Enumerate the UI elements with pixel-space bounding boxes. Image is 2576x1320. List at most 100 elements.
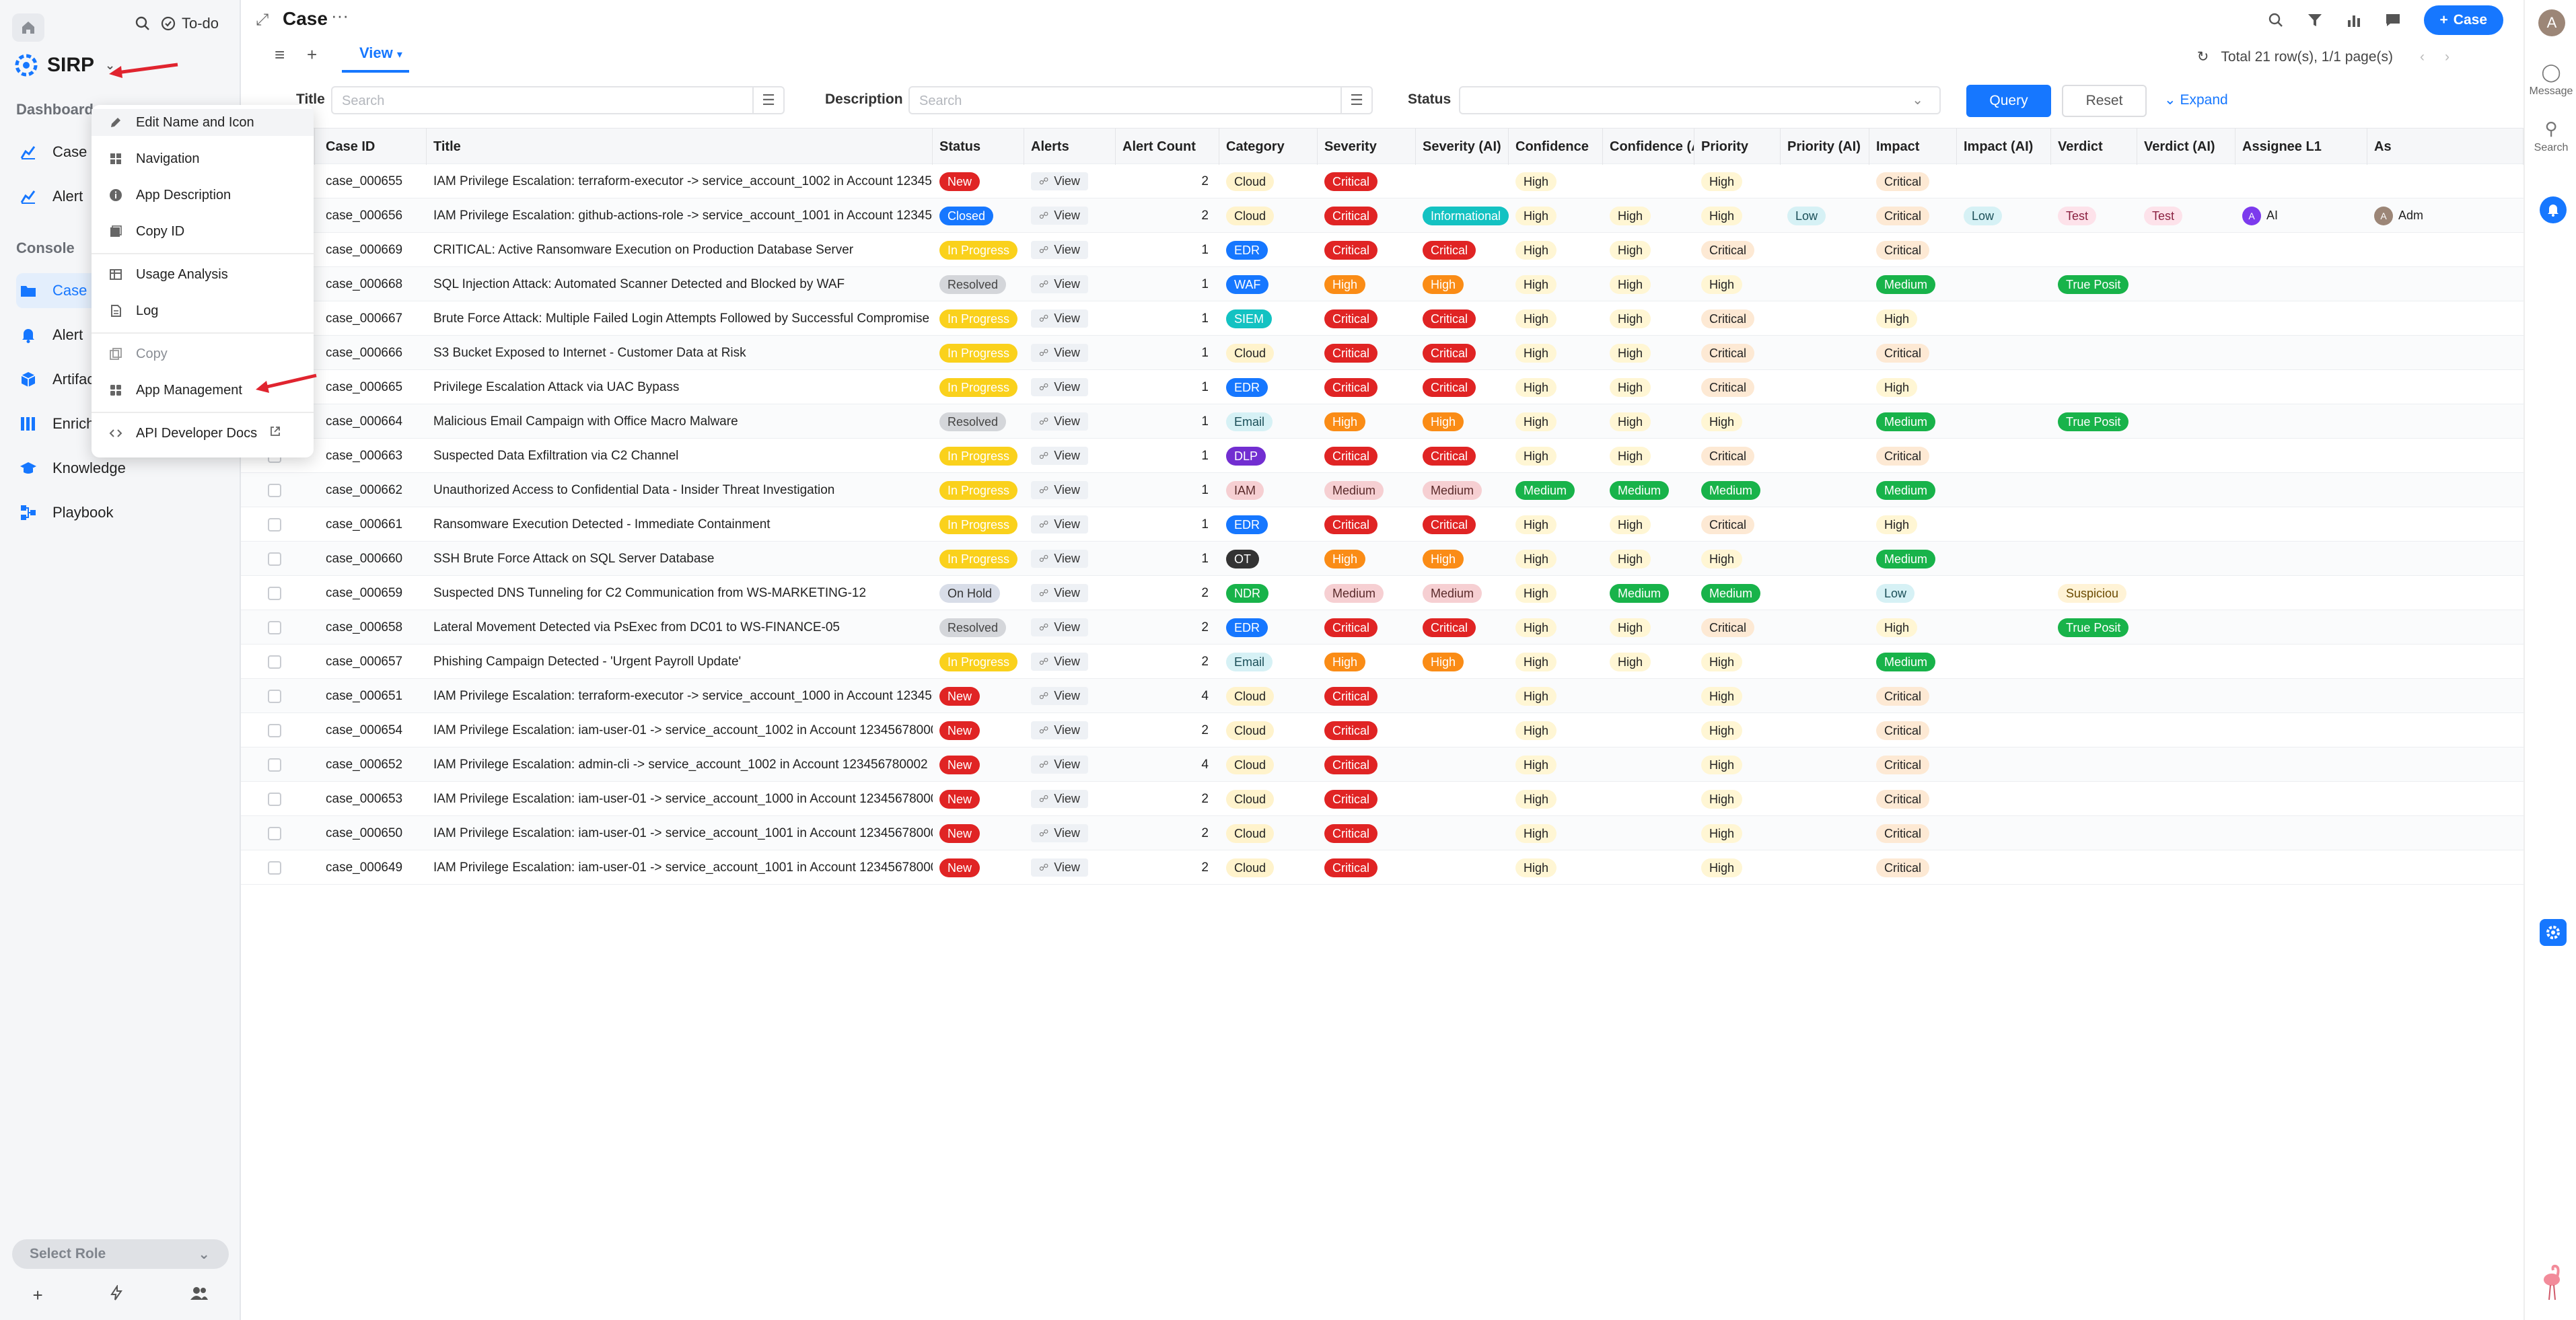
home-button[interactable] [12,13,44,42]
new-case-button[interactable]: + Case [2423,5,2503,35]
avatar[interactable]: A [2538,9,2565,36]
table-row[interactable]: case_000649 IAM Privilege Escalation: iam… [241,850,2524,885]
row-checkbox[interactable] [268,689,281,703]
table-row[interactable]: case_000653 IAM Privilege Escalation: iam… [241,782,2524,816]
menu-item-copy[interactable]: Copy [108,340,168,367]
column-header[interactable]: Impact [1869,129,1957,165]
row-checkbox[interactable] [268,586,281,600]
flamingo-mascot-icon[interactable] [2537,1263,2567,1301]
column-header[interactable]: Confidence [1509,129,1603,165]
view-alerts-button[interactable]: ☍ View [1031,172,1088,190]
row-checkbox[interactable] [268,860,281,875]
view-alerts-button[interactable]: ☍ View [1031,584,1088,602]
view-alerts-button[interactable]: ☍ View [1031,790,1088,808]
row-checkbox[interactable] [268,620,281,634]
table-row[interactable]: case_000651 IAM Privilege Escalation: ter… [241,679,2524,713]
list-icon[interactable]: ≡ [275,44,285,65]
row-checkbox[interactable] [268,826,281,840]
view-alerts-button[interactable]: ☍ View [1031,515,1088,534]
search-options-icon[interactable]: ☰ [1340,86,1371,114]
row-checkbox[interactable] [268,792,281,806]
table-row[interactable]: case_000665 Privilege Escalation Attack v… [241,370,2524,404]
column-header[interactable]: Assignee L1 [2235,129,2367,165]
table-row[interactable]: case_000657 Phishing Campaign Detected - … [241,645,2524,679]
settings-button[interactable] [2540,919,2567,946]
lightning-icon[interactable] [108,1284,124,1306]
column-header[interactable]: Title [427,129,933,165]
view-alerts-button[interactable]: ☍ View [1031,275,1088,293]
column-header[interactable]: Verdict (AI) [2137,129,2235,165]
table-row[interactable]: case_000664 Malicious Email Campaign with… [241,404,2524,439]
table-row[interactable]: case_000661 Ransomware Execution Detected… [241,507,2524,542]
view-alerts-button[interactable]: ☍ View [1031,618,1088,636]
row-checkbox[interactable] [268,517,281,531]
table-row[interactable]: case_000652 IAM Privilege Escalation: adm… [241,747,2524,782]
row-checkbox[interactable] [268,483,281,497]
menu-item-app-management[interactable]: App Management [108,377,242,404]
add-view-icon[interactable]: + [307,44,317,65]
add-icon[interactable]: + [32,1285,42,1306]
view-alerts-button[interactable]: ☍ View [1031,721,1088,739]
filter-icon[interactable] [2307,12,2323,28]
view-alerts-button[interactable]: ☍ View [1031,378,1088,396]
view-alerts-button[interactable]: ☍ View [1031,824,1088,842]
search-icon[interactable] [2268,12,2284,28]
table-row[interactable]: case_000659 Suspected DNS Tunneling for C… [241,576,2524,610]
rail-search-button[interactable]: ⚲ Search [2525,118,2576,154]
menu-item-copy-id[interactable]: Copy ID [108,218,184,245]
refresh-icon[interactable]: ↻ [2197,48,2209,65]
column-header[interactable]: Status [933,129,1024,165]
column-header[interactable]: Case ID [319,129,427,165]
table-row[interactable]: case_000655 IAM Privilege Escalation: ter… [241,164,2524,198]
column-header[interactable]: Priority (AI) [1781,129,1869,165]
column-header[interactable]: Confidence (AI) [1603,129,1694,165]
notification-button[interactable] [2540,196,2567,223]
app-switcher[interactable]: SIRP ⌄ [15,54,115,77]
column-header[interactable]: Category [1219,129,1318,165]
collapse-icon[interactable]: ⤢ [256,11,269,30]
table-row[interactable]: case_000666 S3 Bucket Exposed to Internet… [241,336,2524,370]
view-alerts-button[interactable]: ☍ View [1031,653,1088,671]
comment-icon[interactable] [2385,12,2401,28]
column-header[interactable]: Verdict [2051,129,2137,165]
more-options-icon[interactable]: ··· [331,5,349,26]
search-icon[interactable] [135,15,151,32]
row-checkbox[interactable] [268,723,281,737]
table-row[interactable]: case_000656 IAM Privilege Escalation: git… [241,198,2524,233]
view-alerts-button[interactable]: ☍ View [1031,447,1088,465]
column-header[interactable]: Severity [1318,129,1416,165]
row-checkbox[interactable] [268,552,281,566]
menu-item-log[interactable]: Log [108,297,158,324]
table-row[interactable]: case_000669 CRITICAL: Active Ransomware E… [241,233,2524,267]
description-search-input[interactable]: Search ☰ [908,86,1373,114]
table-row[interactable]: case_000662 Unauthorized Access to Confid… [241,473,2524,507]
title-search-input[interactable]: Search ☰ [331,86,785,114]
pagination-arrows[interactable]: ‹› [2420,49,2470,65]
menu-item-app-description[interactable]: App Description [108,182,231,209]
select-role-dropdown[interactable]: Select Role ⌄ [12,1239,229,1269]
rail-message-button[interactable]: ◯ Message [2525,62,2576,98]
menu-item-navigation[interactable]: Navigation [108,145,200,172]
view-alerts-button[interactable]: ☍ View [1031,207,1088,225]
table-row[interactable]: case_000650 IAM Privilege Escalation: iam… [241,816,2524,850]
table-row[interactable]: case_000668 SQL Injection Attack: Automat… [241,267,2524,301]
tab-view[interactable]: View ▾ [342,44,409,73]
expand-button[interactable]: ⌄ Expand [2164,91,2228,108]
column-header[interactable]: Impact (AI) [1957,129,2051,165]
menu-item-api-developer-docs[interactable]: API Developer Docs [108,420,281,447]
reset-button[interactable]: Reset [2062,85,2147,117]
view-alerts-button[interactable]: ☍ View [1031,412,1088,431]
column-header[interactable]: Severity (AI) [1416,129,1509,165]
view-alerts-button[interactable]: ☍ View [1031,550,1088,568]
status-select[interactable]: ⌄ [1459,86,1941,114]
column-header[interactable]: Alerts [1024,129,1116,165]
view-alerts-button[interactable]: ☍ View [1031,481,1088,499]
table-row[interactable]: case_000660 SSH Brute Force Attack on SQL… [241,542,2524,576]
view-alerts-button[interactable]: ☍ View [1031,241,1088,259]
column-header[interactable]: As [2367,129,2524,165]
todo-button[interactable]: To-do [160,15,219,32]
table-row[interactable]: case_000654 IAM Privilege Escalation: iam… [241,713,2524,747]
table-row[interactable]: case_000658 Lateral Movement Detected via… [241,610,2524,645]
menu-item-edit-name-and-icon[interactable]: Edit Name and Icon [92,109,314,136]
column-header[interactable]: Priority [1694,129,1781,165]
